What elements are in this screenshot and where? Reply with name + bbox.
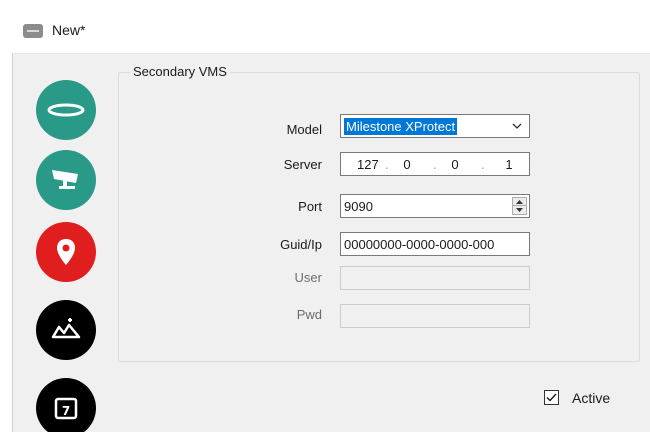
sidebar-item-cctv-camera[interactable] bbox=[36, 150, 96, 210]
port-label: Port bbox=[298, 199, 322, 214]
group-title: Secondary VMS bbox=[130, 64, 230, 79]
guid-input[interactable]: 00000000-0000-0000-000 bbox=[340, 232, 530, 256]
model-select[interactable]: Milestone XProtect bbox=[340, 114, 530, 138]
user-label: User bbox=[294, 270, 322, 285]
port-spin-buttons bbox=[512, 197, 527, 215]
sidebar-item-map[interactable] bbox=[36, 300, 96, 360]
ip-separator: . bbox=[481, 157, 485, 172]
model-label: Model bbox=[286, 122, 322, 137]
calendar-icon: 7 bbox=[54, 397, 78, 420]
spin-up-button[interactable] bbox=[513, 198, 526, 206]
guid-label: Guid/Ip bbox=[280, 237, 322, 252]
dome-camera-icon bbox=[47, 103, 85, 117]
ip-separator: . bbox=[385, 157, 389, 172]
ip-octet-3[interactable]: 0 bbox=[445, 157, 465, 172]
sidebar-item-location[interactable] bbox=[36, 222, 96, 282]
pwd-label: Pwd bbox=[296, 307, 322, 322]
user-input[interactable] bbox=[340, 266, 530, 290]
active-label: Active bbox=[572, 390, 611, 406]
ip-octet-2[interactable]: 0 bbox=[397, 157, 417, 172]
password-input[interactable] bbox=[340, 304, 530, 328]
port-stepper[interactable]: 9090 bbox=[340, 194, 530, 218]
ip-octet-4[interactable]: 1 bbox=[499, 157, 519, 172]
arrow-down-icon bbox=[516, 208, 523, 212]
app-window-icon bbox=[23, 24, 43, 38]
title-bar: New* bbox=[12, 8, 650, 54]
chevron-down-icon bbox=[512, 123, 522, 129]
active-checkbox[interactable] bbox=[544, 390, 559, 405]
sidebar-item-calendar[interactable]: 7 bbox=[36, 378, 96, 432]
spin-down-button[interactable] bbox=[513, 206, 526, 214]
window-title: New* bbox=[52, 22, 86, 38]
server-label: Server bbox=[283, 157, 322, 172]
port-value: 9090 bbox=[344, 199, 373, 214]
model-selected-value: Milestone XProtect bbox=[344, 118, 458, 135]
guid-value: 00000000-0000-0000-000 bbox=[344, 237, 495, 252]
sidebar-item-dome-camera[interactable] bbox=[36, 80, 96, 140]
checkmark-icon bbox=[546, 393, 557, 402]
svg-text:7: 7 bbox=[62, 404, 70, 418]
server-ip-input[interactable]: 127 . 0 . 0 . 1 bbox=[340, 152, 530, 176]
map-pin-icon bbox=[57, 239, 75, 265]
arrow-up-icon bbox=[516, 199, 523, 204]
ip-separator: . bbox=[433, 157, 437, 172]
cctv-camera-icon bbox=[52, 170, 78, 189]
map-icon bbox=[51, 318, 81, 339]
ip-octet-1[interactable]: 127 bbox=[357, 157, 379, 172]
